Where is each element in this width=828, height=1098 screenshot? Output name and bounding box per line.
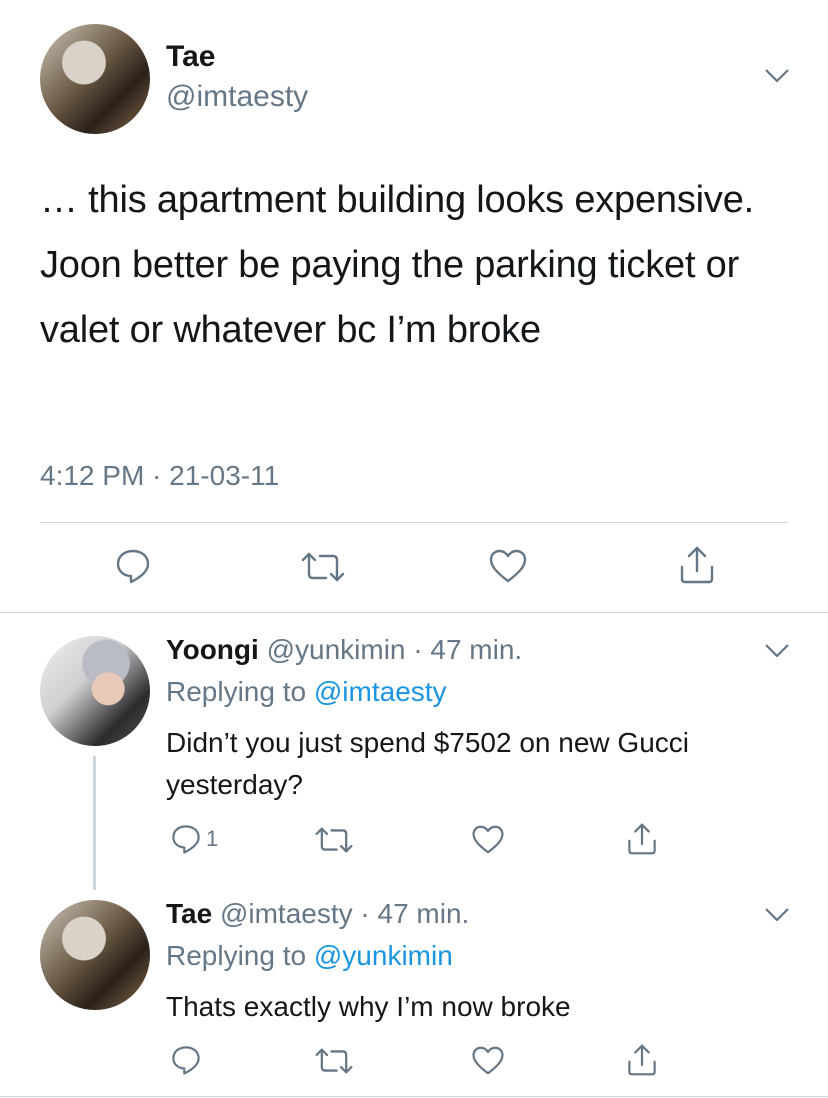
share-button[interactable] — [626, 822, 658, 856]
divider — [40, 522, 788, 523]
share-icon — [628, 1044, 656, 1076]
reply-button[interactable]: 1 — [170, 823, 218, 855]
retweet-button[interactable] — [314, 1046, 354, 1076]
author-name[interactable]: Yoongi — [166, 634, 259, 665]
replying-to-prefix: Replying to — [166, 676, 314, 707]
reply-header: Tae @imtaesty · 47 min. — [166, 898, 469, 930]
tweet-text: Didn’t you just spend $7502 on new Gucci… — [166, 727, 689, 800]
reply-header: Yoongi @yunkimin · 47 min. — [166, 634, 522, 666]
like-icon — [489, 549, 527, 583]
author-handle[interactable]: @imtaesty — [166, 80, 308, 114]
share-icon — [628, 823, 656, 855]
retweet-button[interactable] — [314, 825, 354, 855]
avatar[interactable] — [40, 636, 150, 746]
reply-icon — [172, 1046, 200, 1075]
divider — [0, 612, 828, 613]
like-icon — [472, 825, 504, 854]
thread-connector — [93, 756, 96, 890]
reply-count: 1 — [206, 826, 219, 851]
author-name[interactable]: Tae — [166, 898, 212, 929]
reply-icon — [172, 825, 200, 854]
share-button[interactable] — [678, 545, 716, 585]
avatar[interactable] — [40, 24, 150, 134]
reply-icon — [116, 549, 150, 584]
retweet-button[interactable] — [300, 550, 346, 584]
tweet-text: Thats exactly why I’m now broke — [166, 991, 571, 1022]
author-handle[interactable]: @yunkimin — [267, 634, 406, 665]
author-name[interactable]: Tae — [166, 40, 215, 74]
replying-to: Replying to @imtaesty — [166, 676, 447, 708]
replying-to-link[interactable]: @imtaesty — [314, 676, 447, 707]
replying-to: Replying to @yunkimin — [166, 940, 453, 972]
like-icon — [472, 1046, 504, 1075]
chevron-down-icon[interactable] — [764, 643, 790, 659]
reply-time[interactable]: · 47 min. — [360, 898, 469, 929]
retweet-icon — [315, 1048, 353, 1074]
share-icon — [680, 546, 714, 584]
like-button[interactable] — [488, 548, 528, 584]
retweet-icon — [315, 827, 353, 853]
replying-to-link[interactable]: @yunkimin — [314, 940, 453, 971]
reply-time[interactable]: · 47 min. — [413, 634, 522, 665]
like-button[interactable] — [471, 824, 505, 855]
reply-button[interactable] — [114, 547, 152, 585]
tweet-timestamp[interactable]: 4:12 PM · 21-03-11 — [40, 460, 279, 492]
reply-button[interactable] — [170, 1044, 202, 1076]
chevron-down-icon[interactable] — [764, 907, 790, 923]
author-handle[interactable]: @imtaesty — [220, 898, 353, 929]
divider — [0, 1096, 828, 1097]
chevron-down-icon[interactable] — [764, 68, 790, 84]
tweet-text: … this apartment building looks expensiv… — [40, 179, 754, 351]
replying-to-prefix: Replying to — [166, 940, 314, 971]
retweet-icon — [301, 552, 345, 582]
like-button[interactable] — [471, 1045, 505, 1076]
share-button[interactable] — [626, 1043, 658, 1077]
avatar[interactable] — [40, 900, 150, 1010]
